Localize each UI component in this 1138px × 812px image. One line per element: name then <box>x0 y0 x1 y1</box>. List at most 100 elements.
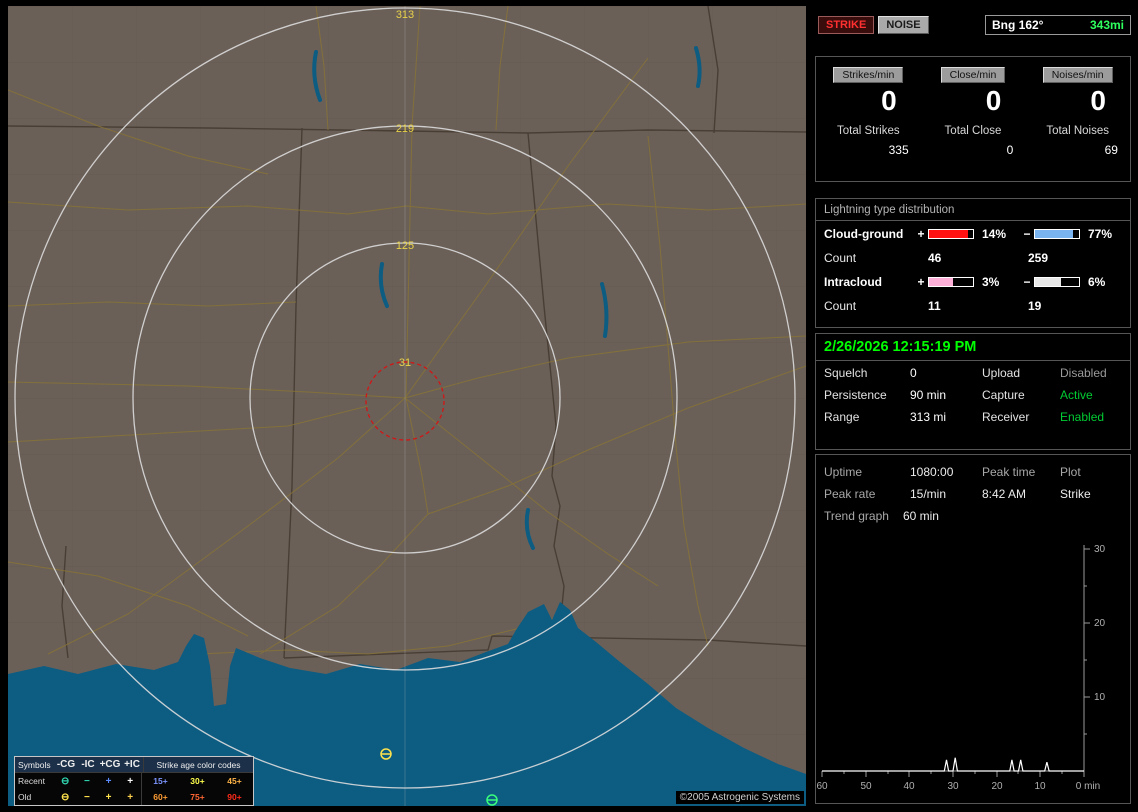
age-75: 75+ <box>190 792 205 802</box>
strike-map[interactable]: 313 219 125 31 Symbols -CG -IC +CG +IC S… <box>8 6 806 806</box>
minus-sign: − <box>1023 274 1031 289</box>
status-row-range: Range 313 mi Receiver Enabled <box>816 407 1130 427</box>
peak-rate-label: Peak rate <box>824 487 876 501</box>
total-close-label: Total Close <box>944 125 1002 137</box>
y-tick-20: 20 <box>1094 618 1106 629</box>
close-per-min-button[interactable]: Close/min <box>940 67 1006 83</box>
map-legend: Symbols -CG -IC +CG +IC Strike age color… <box>14 756 254 806</box>
cg-positive-bar <box>928 228 974 239</box>
squelch-label: Squelch <box>824 366 868 380</box>
status-row-squelch: Squelch 0 Upload Disabled <box>816 363 1130 383</box>
strikes-per-min-button[interactable]: Strikes/min <box>833 67 904 83</box>
age-45: 45+ <box>227 776 242 786</box>
distribution-title: Lightning type distribution <box>816 204 1130 221</box>
upload-label: Upload <box>982 366 1021 380</box>
noises-per-min-button[interactable]: Noises/min <box>1042 67 1113 83</box>
ring-label-31: 31 <box>399 357 411 369</box>
recent-neg-cg-icon: ⊖ <box>61 775 70 787</box>
intracloud-label: Intracloud <box>824 274 883 289</box>
legend-col-neg-cg: -CG <box>56 759 76 770</box>
old-pos-cg-icon: + <box>105 791 112 803</box>
status-section: 2/26/2026 12:15:19 PM Squelch 0 Upload D… <box>815 333 1131 450</box>
cloud-ground-count-row: Count 46 259 <box>816 246 1130 269</box>
old-neg-cg-icon: ⊖ <box>61 791 70 803</box>
toolbar: STRIKE NOISE Bng 162° 343mi <box>815 14 1131 36</box>
control-panel: STRIKE NOISE Bng 162° 343mi Strikes/min … <box>815 6 1133 806</box>
persistence-label: Persistence <box>824 388 887 402</box>
cg-negative-percent: 77% <box>1088 226 1113 241</box>
count-label: Count <box>824 298 857 313</box>
ic-negative-bar-fill <box>1035 277 1062 286</box>
strike-button[interactable]: STRIKE <box>818 16 875 34</box>
counter-strikes: Strikes/min 0 Total Strikes 335 <box>816 65 921 181</box>
peak-time-label: Peak time <box>982 465 1036 479</box>
trend-window-value: 60 min <box>902 509 939 523</box>
trend-line <box>822 757 1084 772</box>
age-15: 15+ <box>153 776 168 786</box>
distribution-row-cloud-ground: Cloud-ground + 14% − 77% <box>816 221 1130 246</box>
stats-row-1: Uptime 1080:00 Peak time Plot <box>816 461 1130 483</box>
ic-negative-count: 19 <box>1028 298 1042 313</box>
minus-sign: − <box>1023 226 1031 241</box>
y-tick-30: 30 <box>1094 544 1106 555</box>
legend-col-neg-ic: -IC <box>81 759 95 770</box>
stats-section: Uptime 1080:00 Peak time Plot Peak rate … <box>815 454 1131 804</box>
peak-rate-value: 15/min <box>910 487 947 501</box>
bearing-range-value: 343mi <box>1089 18 1124 32</box>
plot-label: Plot <box>1060 465 1081 479</box>
cg-negative-count: 259 <box>1028 250 1049 265</box>
bearing-display: Bng 162° 343mi <box>985 15 1131 35</box>
trend-graph-label: Trend graph <box>824 509 889 523</box>
strikes-per-min-value: 0 <box>881 85 897 116</box>
peak-time-value: 8:42 AM <box>982 487 1027 501</box>
legend-old-label: Old <box>18 792 32 802</box>
legend-recent-row: Recent ⊖ − + + 15+ 30+ 45+ <box>15 773 253 789</box>
intracloud-count-row: Count 11 19 <box>816 294 1130 317</box>
stats-row-2: Peak rate 15/min 8:42 AM Strike <box>816 483 1130 505</box>
age-90: 90+ <box>227 792 242 802</box>
total-strikes-label: Total Strikes <box>837 125 900 137</box>
cg-negative-bar <box>1034 228 1080 239</box>
ring-label-313: 313 <box>396 9 414 21</box>
uptime-value: 1080:00 <box>910 465 954 479</box>
range-label: Range <box>824 410 860 424</box>
distribution-row-intracloud: Intracloud + 3% − 6% <box>816 269 1130 294</box>
cg-positive-percent: 14% <box>982 226 1007 241</box>
recent-pos-ic-icon: + <box>127 775 134 787</box>
ic-negative-bar <box>1034 276 1080 287</box>
x-tick-60: 60 <box>816 781 828 792</box>
x-tick-10: 10 <box>1034 781 1046 792</box>
recent-pos-cg-icon: + <box>105 775 112 787</box>
recent-neg-ic-icon: − <box>83 775 90 787</box>
plus-sign: + <box>917 226 925 241</box>
close-per-min-value: 0 <box>985 85 1002 116</box>
counters-section: Strikes/min 0 Total Strikes 335 Close/mi… <box>815 56 1131 182</box>
legend-recent-label: Recent <box>18 776 45 786</box>
ring-label-125: 125 <box>396 240 414 252</box>
ic-negative-percent: 6% <box>1088 274 1106 289</box>
copyright-text: ©2005 Astrogenic Systems <box>675 791 804 804</box>
noises-per-min-value: 0 <box>1090 85 1106 116</box>
plot-mode-value: Strike <box>1060 487 1091 501</box>
cloud-ground-label: Cloud-ground <box>824 226 904 241</box>
status-row-persistence: Persistence 90 min Capture Active <box>816 385 1130 405</box>
legend-col-pos-ic: +IC <box>124 759 140 770</box>
trend-graph-row: Trend graph 60 min <box>816 505 1130 527</box>
noise-button[interactable]: NOISE <box>878 16 929 34</box>
total-close-value: 0 <box>1006 143 1014 157</box>
legend-old-row: Old ⊖ − + + 60+ 75+ 90+ <box>15 789 253 805</box>
ic-positive-percent: 3% <box>982 274 1000 289</box>
old-neg-ic-icon: − <box>83 791 90 803</box>
bearing-label: Bng 162° <box>992 18 1044 32</box>
x-tick-0: 0 min <box>1076 781 1100 792</box>
ic-positive-bar <box>928 276 974 287</box>
distribution-section: Lightning type distribution Cloud-ground… <box>815 198 1131 328</box>
legend-header-row: Symbols -CG -IC +CG +IC Strike age color… <box>15 757 253 773</box>
x-tick-30: 30 <box>947 781 959 792</box>
capture-label: Capture <box>982 388 1025 402</box>
persistence-value: 90 min <box>910 388 947 402</box>
squelch-value: 0 <box>910 366 917 380</box>
age-60: 60+ <box>153 792 168 802</box>
legend-symbols-header: Symbols <box>18 759 51 770</box>
datetime-display: 2/26/2026 12:15:19 PM <box>816 339 1130 361</box>
